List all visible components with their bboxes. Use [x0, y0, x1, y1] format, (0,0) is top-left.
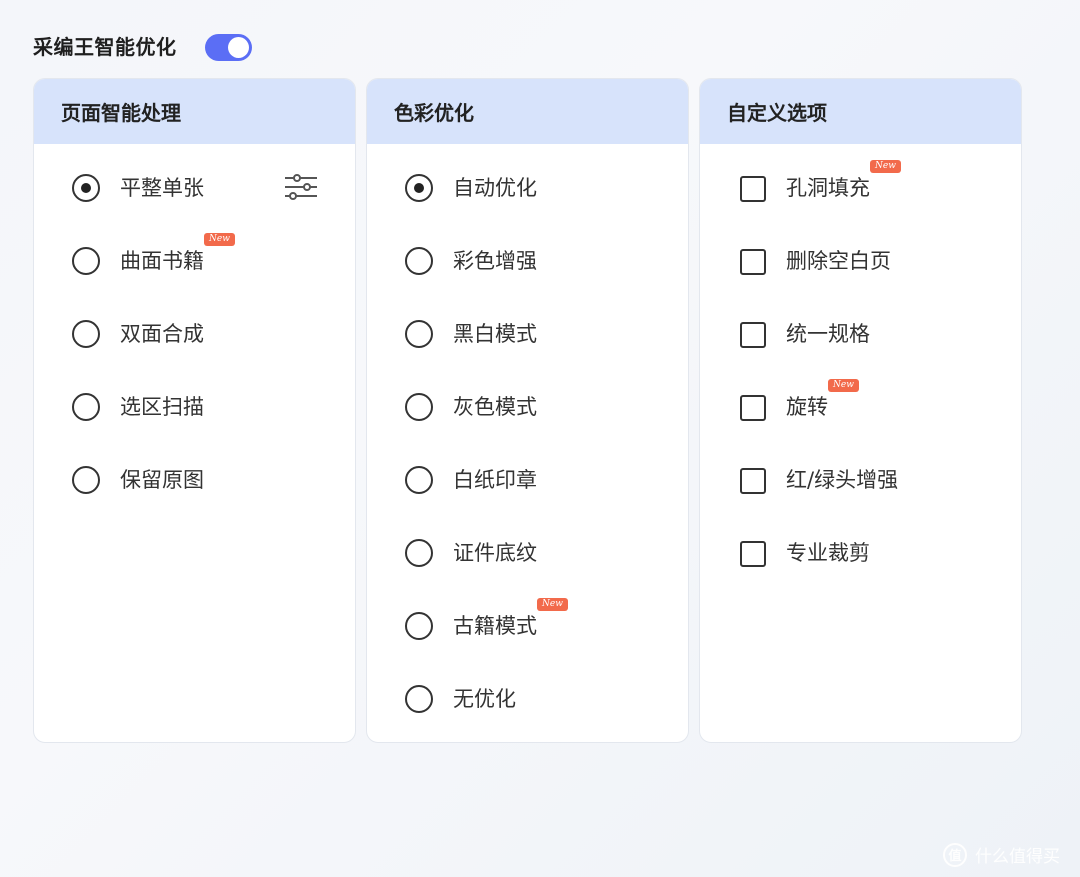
radio-button[interactable]	[405, 466, 433, 494]
radio-button[interactable]	[405, 685, 433, 713]
option-label: 统一规格	[786, 322, 870, 346]
radio-button[interactable]	[72, 174, 100, 202]
option-flat-single[interactable]: 平整单张	[34, 172, 355, 245]
option-rotate[interactable]: 旋转 New	[700, 379, 1021, 464]
option-color-enhance[interactable]: 彩色增强	[367, 245, 688, 318]
option-pro-crop[interactable]: 专业裁剪	[700, 537, 1021, 610]
checkbox[interactable]	[740, 468, 766, 494]
radio-button[interactable]	[72, 466, 100, 494]
option-label: 灰色模式	[453, 395, 537, 419]
watermark-text: 什么值得买	[975, 847, 1060, 867]
option-label: 保留原图	[120, 468, 204, 492]
panel-title: 色彩优化	[367, 79, 688, 144]
checkbox[interactable]	[740, 249, 766, 275]
option-black-white[interactable]: 黑白模式	[367, 318, 688, 391]
option-unify-size[interactable]: 统一规格	[700, 318, 1021, 391]
toggle-knob	[227, 37, 249, 58]
option-keep-original[interactable]: 保留原图	[34, 464, 355, 537]
radio-button[interactable]	[405, 247, 433, 275]
option-no-optimize[interactable]: 无优化	[367, 683, 688, 742]
option-label: 白纸印章	[453, 468, 537, 492]
option-label: 专业裁剪	[786, 541, 870, 565]
radio-button[interactable]	[405, 539, 433, 567]
smart-optimize-toggle[interactable]	[204, 34, 252, 61]
radio-button[interactable]	[405, 174, 433, 202]
sliders-icon[interactable]	[283, 172, 319, 202]
radio-button[interactable]	[405, 612, 433, 640]
new-badge: New	[537, 598, 568, 611]
option-label: 自动优化	[453, 176, 537, 200]
panels-container: 页面智能处理 平整单张 曲面书籍 New 双面合成 选区扫描 保留原图 色彩优化…	[33, 78, 1022, 743]
radio-button[interactable]	[405, 320, 433, 348]
option-auto-optimize[interactable]: 自动优化	[367, 172, 688, 245]
radio-button[interactable]	[72, 247, 100, 275]
option-label: 彩色增强	[453, 249, 537, 273]
option-label: 平整单张	[120, 176, 204, 200]
radio-button[interactable]	[405, 393, 433, 421]
option-region-scan[interactable]: 选区扫描	[34, 391, 355, 464]
option-id-texture[interactable]: 证件底纹	[367, 537, 688, 610]
watermark-logo-icon: 值	[943, 842, 967, 867]
watermark: 值 什么值得买	[943, 842, 1060, 867]
option-label: 黑白模式	[453, 322, 537, 346]
option-list: 孔洞填充 New 删除空白页 统一规格 旋转 New 红/绿头增强 专业裁剪	[700, 144, 1021, 610]
radio-button[interactable]	[72, 393, 100, 421]
option-red-green-enhance[interactable]: 红/绿头增强	[700, 464, 1021, 537]
option-label: 曲面书籍 New	[120, 233, 235, 277]
radio-selected-dot	[81, 183, 91, 193]
panel-title: 自定义选项	[700, 79, 1021, 144]
option-hole-fill[interactable]: 孔洞填充 New	[700, 160, 1021, 245]
option-grayscale[interactable]: 灰色模式	[367, 391, 688, 464]
checkbox[interactable]	[740, 395, 766, 421]
new-badge: New	[870, 160, 901, 173]
option-label: 选区扫描	[120, 395, 204, 419]
new-badge: New	[204, 233, 235, 246]
option-label: 孔洞填充 New	[786, 160, 901, 204]
radio-selected-dot	[414, 183, 424, 193]
option-list: 自动优化 彩色增强 黑白模式 灰色模式 白纸印章 证件底纹 古籍模式 New 无…	[367, 144, 688, 742]
panel-title: 页面智能处理	[34, 79, 355, 144]
option-remove-blank[interactable]: 删除空白页	[700, 245, 1021, 318]
option-label: 证件底纹	[453, 541, 537, 565]
option-white-paper-stamp[interactable]: 白纸印章	[367, 464, 688, 537]
option-label: 旋转 New	[786, 379, 859, 423]
radio-button[interactable]	[72, 320, 100, 348]
option-list: 平整单张 曲面书籍 New 双面合成 选区扫描 保留原图	[34, 144, 355, 537]
page-title: 采编王智能优化	[33, 35, 177, 59]
checkbox[interactable]	[740, 541, 766, 567]
option-label: 无优化	[453, 687, 516, 711]
option-curved-book[interactable]: 曲面书籍 New	[34, 233, 355, 318]
panel-color-optimization: 色彩优化 自动优化 彩色增强 黑白模式 灰色模式 白纸印章 证件底纹 古籍模式 …	[366, 78, 689, 743]
top-bar: 采编王智能优化	[33, 30, 252, 61]
checkbox[interactable]	[740, 322, 766, 348]
option-label: 删除空白页	[786, 249, 891, 273]
option-ancient-book[interactable]: 古籍模式 New	[367, 598, 688, 683]
option-label: 红/绿头增强	[786, 468, 899, 492]
panel-custom-options: 自定义选项 孔洞填充New 删除空白页 统一规格 旋转New 红/绿头增强	[699, 78, 1022, 743]
option-label: 双面合成	[120, 322, 204, 346]
checkbox[interactable]	[740, 176, 766, 202]
panel-page-processing: 页面智能处理 平整单张 曲面书籍 New 双面合成 选区扫描 保留原图	[33, 78, 356, 743]
new-badge: New	[828, 379, 859, 392]
option-label: 古籍模式 New	[453, 598, 568, 642]
option-duplex-merge[interactable]: 双面合成	[34, 318, 355, 391]
